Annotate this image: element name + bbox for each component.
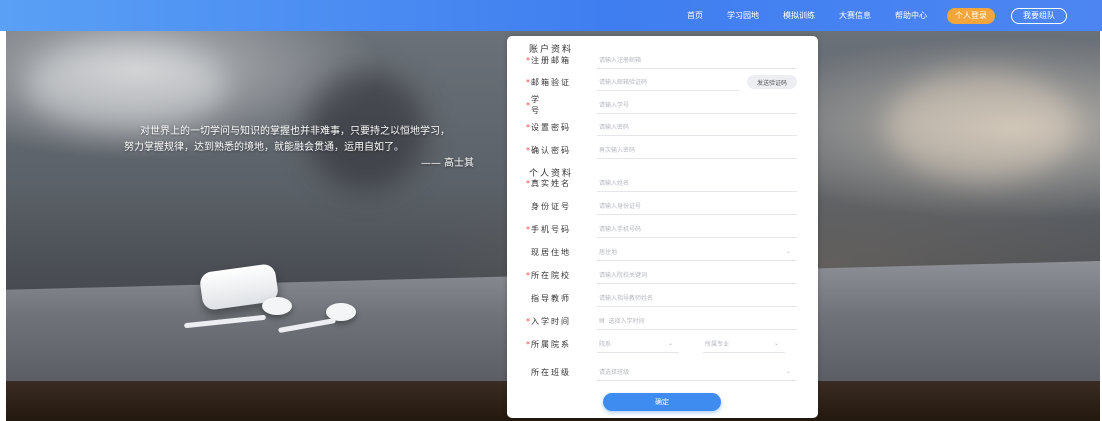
password-placeholder: 请输入密码 (599, 124, 630, 131)
confirm-password-placeholder: 再次输入密码 (599, 147, 636, 154)
email-row: * 注册邮箱 请输入注册邮箱 (525, 50, 797, 70)
id-card-label: 身份证号 (531, 201, 571, 211)
phone-row: * 手机号码 请输入手机号码 (525, 219, 797, 239)
student-id-label-text: 学号 (531, 95, 569, 115)
student-id-label: 学号 (531, 94, 587, 116)
residence-row: 现居住地 居住地 ⌄ (525, 242, 797, 262)
chevron-down-icon: ⌄ (785, 368, 791, 375)
enroll-label: 入学时间 (531, 316, 571, 326)
class-select[interactable]: 请选择班级 ⌄ (597, 363, 797, 381)
department-label: 所属院系 (531, 339, 571, 349)
verify-code-field[interactable]: 请输入邮箱验证码 (597, 73, 739, 91)
chevron-down-icon: ⌄ (785, 248, 791, 255)
college-placeholder: 院系 (599, 341, 612, 348)
send-code-button[interactable]: 发送验证码 (747, 75, 797, 89)
password-label: 设置密码 (531, 122, 571, 132)
residence-select[interactable]: 居住地 ⌄ (597, 243, 797, 261)
email-label: 注册邮箱 (531, 55, 571, 65)
teacher-row: 指导教师 请输入指导教师姓名 (525, 288, 797, 308)
verify-label: 邮箱验证 (531, 77, 571, 87)
nav-help-center[interactable]: 帮助中心 (895, 10, 927, 21)
phone-label: 手机号码 (531, 224, 571, 234)
email-field[interactable]: 请输入注册邮箱 (597, 51, 797, 69)
chevron-down-icon: ⌄ (773, 340, 779, 347)
verify-row: * 邮箱验证 请输入邮箱验证码 发送验证码 (525, 72, 797, 92)
enroll-row: * 入学时间 ▤ 选择入学时间 (525, 311, 797, 331)
quote-line-2: 努力掌握规律，达到熟悉的境地，就能融会贯通，运用自如了。 (124, 142, 404, 153)
verify-placeholder: 请输入邮箱验证码 (599, 79, 648, 86)
teacher-field[interactable]: 请输入指导教师姓名 (597, 289, 797, 307)
id-card-placeholder: 请输入身份证号 (599, 203, 642, 210)
residence-label: 现居住地 (531, 247, 571, 257)
confirm-password-label: 确认密码 (531, 145, 571, 155)
submit-button[interactable]: 确定 (603, 393, 721, 411)
earbud-image (262, 297, 292, 315)
student-id-row: * 学号 请输入学号 (525, 95, 797, 115)
enroll-date-picker[interactable]: ▤ 选择入学时间 (597, 312, 797, 330)
major-placeholder: 所属专业 (705, 341, 730, 348)
student-id-field[interactable]: 请输入学号 (597, 96, 797, 114)
class-placeholder: 请选择班级 (599, 369, 630, 376)
confirm-password-field[interactable]: 再次输入密码 (597, 141, 797, 159)
real-name-label: 真实姓名 (531, 178, 571, 188)
teacher-label: 指导教师 (531, 293, 571, 303)
top-nav-bar: 首页 学习园地 模拟训练 大赛信息 帮助中心 个人登录 我要组队 (0, 0, 1102, 31)
real-name-row: * 真实姓名 请输入姓名 (525, 173, 797, 193)
real-name-placeholder: 请输入姓名 (599, 180, 630, 187)
nav-home[interactable]: 首页 (687, 10, 703, 21)
department-row: * 所属院系 院系 ⌄ 所属专业 ⌄ (525, 334, 797, 354)
window-light (886, 71, 1076, 181)
school-placeholder: 请输入院校关键词 (599, 272, 648, 279)
student-id-placeholder: 请输入学号 (599, 102, 630, 109)
registration-form: 账户资料 * 注册邮箱 请输入注册邮箱 * 邮箱验证 请输入邮箱验证码 发送验证… (507, 36, 818, 418)
window-light (26, 41, 226, 131)
class-label: 所在班级 (531, 367, 571, 377)
quote-author: —— 高士其 (420, 158, 474, 169)
residence-placeholder: 居住地 (599, 249, 618, 256)
nav-training[interactable]: 模拟训练 (783, 10, 815, 21)
confirm-password-row: * 确认密码 再次输入密码 (525, 140, 797, 160)
password-row: * 设置密码 请输入密码 (525, 117, 797, 137)
calendar-icon: ▤ (599, 317, 605, 324)
phone-field[interactable]: 请输入手机号码 (597, 220, 797, 238)
team-up-button[interactable]: 我要组队 (1011, 7, 1067, 24)
id-card-field[interactable]: 请输入身份证号 (597, 197, 797, 215)
major-select[interactable]: 所属专业 ⌄ (703, 335, 785, 353)
real-name-field[interactable]: 请输入姓名 (597, 174, 797, 192)
quote-line-1: 对世界上的一切学问与知识的掌握也并非难事，只要持之以恒地学习， (140, 126, 450, 137)
teacher-placeholder: 请输入指导教师姓名 (599, 295, 654, 302)
email-placeholder: 请输入注册邮箱 (599, 57, 642, 64)
id-card-row: 身份证号 请输入身份证号 (525, 196, 797, 216)
school-label: 所在院校 (531, 270, 571, 280)
school-field[interactable]: 请输入院校关键词 (597, 266, 797, 284)
motto-quote: 对世界上的一切学问与知识的掌握也并非难事，只要持之以恒地学习， 努力掌握规律，达… (124, 124, 484, 172)
school-row: * 所在院校 请输入院校关键词 (525, 265, 797, 285)
college-select[interactable]: 院系 ⌄ (597, 335, 679, 353)
chevron-down-icon: ⌄ (667, 340, 673, 347)
enroll-placeholder: 选择入学时间 (608, 318, 645, 325)
phone-placeholder: 请输入手机号码 (599, 226, 642, 233)
password-field[interactable]: 请输入密码 (597, 118, 797, 136)
nav-contest-info[interactable]: 大赛信息 (839, 10, 871, 21)
nav-learning[interactable]: 学习园地 (727, 10, 759, 21)
class-row: 所在班级 请选择班级 ⌄ (525, 362, 797, 382)
personal-login-button[interactable]: 个人登录 (947, 7, 995, 24)
